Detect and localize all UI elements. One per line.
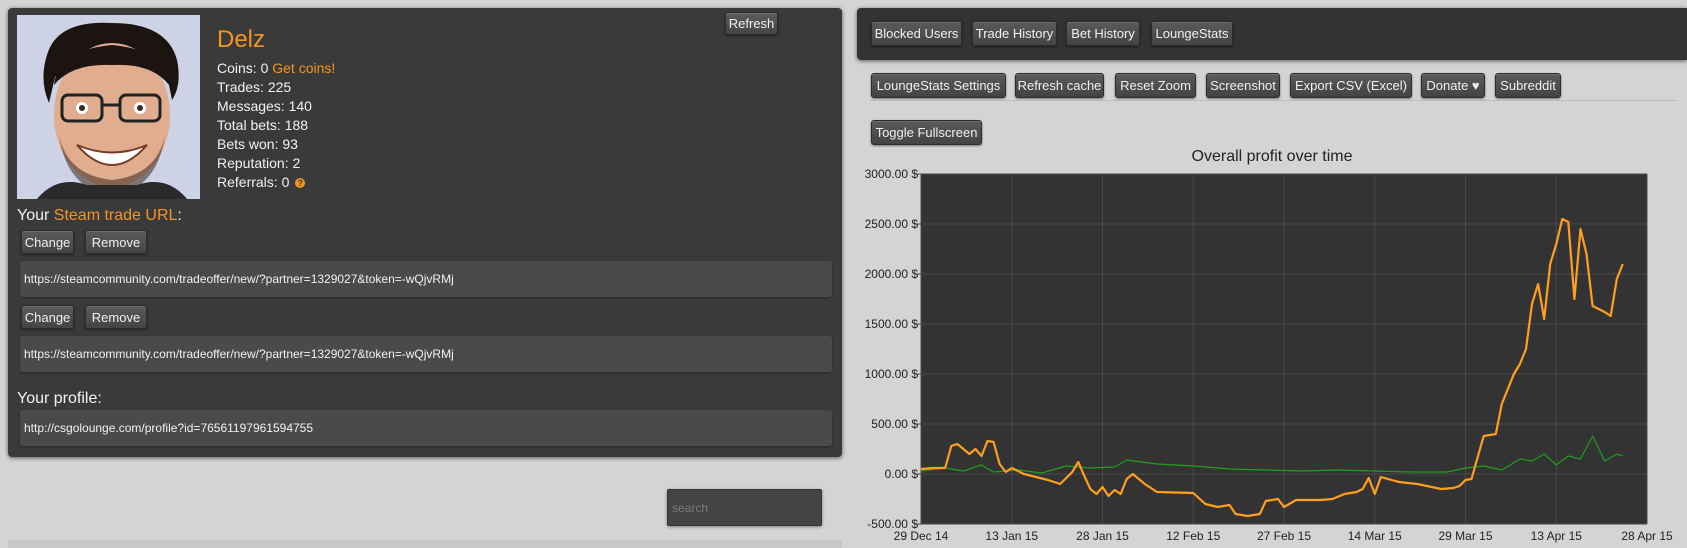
- y-tick-label: 0.00 $: [885, 467, 919, 481]
- y-tick-label: 2500.00 $: [865, 217, 919, 231]
- x-tick-label: 14 Mar 15: [1348, 529, 1402, 543]
- x-tick-label: 13 Jan 15: [985, 529, 1038, 543]
- profit-chart[interactable]: 3000.00 $ 2500.00 $ 2000.00 $ 1500.00 $ 1000…: [0, 0, 1687, 548]
- y-tick-label: 1000.00 $: [865, 367, 919, 381]
- y-tick-label: 3000.00 $: [865, 167, 919, 181]
- x-tick-label: 29 Mar 15: [1438, 529, 1492, 543]
- x-axis: 29 Dec 14 13 Jan 15 28 Jan 15 12 Feb 15 27 F…: [894, 529, 1673, 543]
- x-tick-label: 28 Apr 15: [1621, 529, 1673, 543]
- y-tick-label: 1500.00 $: [865, 317, 919, 331]
- x-tick-label: 28 Jan 15: [1076, 529, 1129, 543]
- x-tick-label: 12 Feb 15: [1166, 529, 1220, 543]
- y-tick-label: 2000.00 $: [865, 267, 919, 281]
- x-tick-label: 27 Feb 15: [1257, 529, 1311, 543]
- x-tick-label: 13 Apr 15: [1531, 529, 1583, 543]
- y-axis: 3000.00 $ 2500.00 $ 2000.00 $ 1500.00 $ 1000…: [865, 167, 921, 531]
- y-tick-label: 500.00 $: [871, 417, 918, 431]
- x-tick-label: 29 Dec 14: [894, 529, 949, 543]
